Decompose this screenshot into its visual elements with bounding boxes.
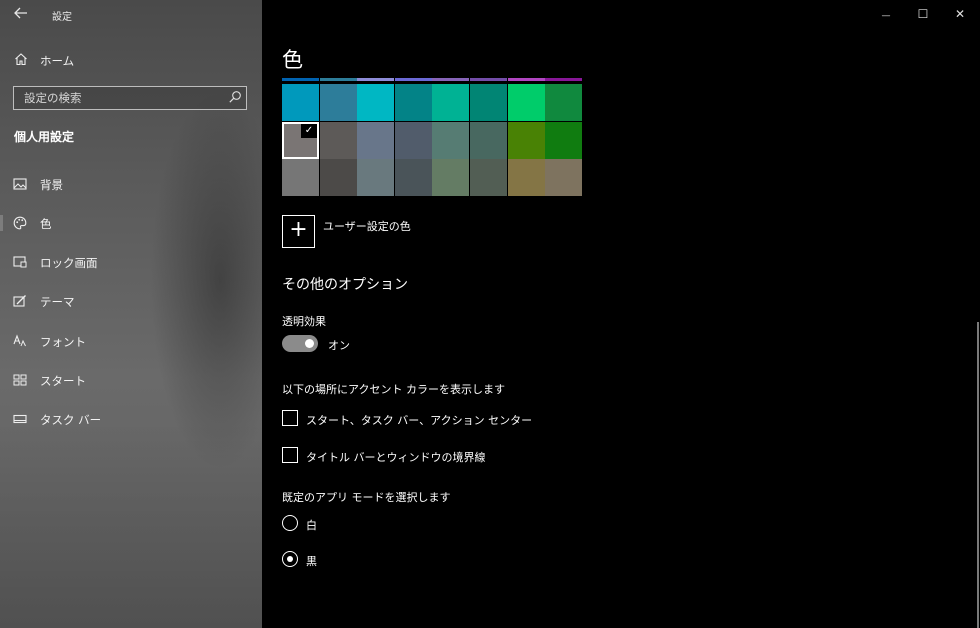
sidebar-item-label: テーマ	[40, 295, 75, 309]
color-swatch[interactable]	[545, 121, 583, 159]
color-swatch[interactable]	[470, 159, 507, 197]
swatch-top-bar	[319, 78, 357, 81]
color-swatch[interactable]	[357, 159, 395, 197]
checkbox-title-bars[interactable]	[282, 447, 298, 463]
app-mode-heading: 既定のアプリ モードを選択します	[282, 491, 451, 504]
sidebar-item-label: ロック画面	[40, 256, 98, 270]
page-title: 色	[282, 48, 303, 72]
custom-color-label[interactable]: ユーザー設定の色	[323, 218, 411, 234]
swatch-top-bar	[545, 78, 583, 81]
sidebar-item-lock-screen[interactable]: ロック画面	[0, 249, 262, 275]
home-icon	[15, 53, 27, 66]
plus-icon: +	[289, 217, 308, 242]
sidebar-item-label: フォント	[40, 335, 86, 349]
radio-dark-label[interactable]: 黒	[306, 553, 317, 569]
selection-marker	[0, 215, 3, 231]
swatch-top-bar	[357, 78, 395, 81]
color-swatch[interactable]: ✓	[282, 121, 319, 159]
swatch-top-bar	[432, 78, 470, 81]
color-swatch[interactable]	[357, 121, 395, 159]
radio-dark[interactable]	[282, 551, 298, 567]
accent-heading: 以下の場所にアクセント カラーを表示します	[282, 383, 505, 396]
color-swatch[interactable]	[282, 159, 319, 197]
search-box[interactable]	[13, 86, 247, 110]
sidebar-item-label: 色	[40, 217, 52, 231]
section-title: 個人用設定	[14, 130, 75, 144]
color-swatch[interactable]	[432, 121, 470, 159]
swatch-top-bar	[282, 78, 319, 81]
custom-color-button[interactable]: +	[282, 215, 315, 248]
color-swatch[interactable]	[394, 159, 432, 197]
swatch-top-bar	[470, 78, 507, 81]
sidebar-item-fonts[interactable]: フォント	[0, 328, 262, 354]
nav-home[interactable]: ホーム	[0, 48, 262, 72]
maximize-button[interactable]: ☐	[913, 5, 933, 23]
close-button[interactable]: ✕	[950, 5, 970, 23]
color-swatch[interactable]	[470, 84, 507, 121]
color-swatch[interactable]	[507, 159, 545, 197]
title-bar-left: 設定	[0, 0, 262, 30]
app-title: 設定	[52, 12, 72, 23]
color-swatch[interactable]	[319, 84, 357, 121]
color-swatch[interactable]	[357, 84, 395, 121]
other-options-heading: その他のオプション	[282, 277, 408, 293]
color-swatch[interactable]	[507, 121, 545, 159]
radio-light[interactable]	[282, 515, 298, 531]
color-swatch[interactable]	[507, 84, 545, 121]
swatch-top-bar	[394, 78, 432, 81]
toggle-knob	[305, 339, 314, 348]
sidebar-item-label: タスク バー	[40, 413, 102, 427]
checkmark-icon: ✓	[301, 123, 317, 138]
font-icon	[13, 334, 26, 347]
search-input[interactable]	[14, 87, 224, 108]
color-swatch[interactable]	[432, 159, 470, 197]
checkbox-start-taskbar-label[interactable]: スタート、タスク バー、アクション センター	[306, 412, 532, 428]
sidebar: 設定 ホーム 個人用設定 背景 色 ロック画面 テーマ フォント スタート タス…	[0, 0, 262, 628]
taskbar-icon	[13, 414, 27, 424]
swatch-top-bar	[507, 78, 545, 81]
lock-screen-icon	[13, 256, 27, 268]
color-swatch[interactable]	[545, 84, 583, 121]
maximize-icon: ☐	[917, 7, 929, 21]
radio-light-label[interactable]: 白	[306, 517, 317, 533]
palette-icon	[13, 216, 27, 230]
color-swatch[interactable]	[319, 121, 357, 159]
sidebar-item-background[interactable]: 背景	[0, 171, 262, 197]
nav-home-label: ホーム	[40, 54, 75, 68]
search-icon[interactable]	[228, 90, 242, 104]
sidebar-item-themes[interactable]: テーマ	[0, 288, 262, 314]
picture-icon	[13, 178, 27, 190]
sidebar-item-label: スタート	[40, 374, 86, 388]
sidebar-item-taskbar[interactable]: タスク バー	[0, 406, 262, 432]
color-swatch[interactable]	[394, 121, 432, 159]
transparency-state: オン	[328, 339, 350, 352]
checkbox-title-bars-label[interactable]: タイトル バーとウィンドウの境界線	[306, 449, 486, 465]
color-swatch[interactable]	[394, 84, 432, 121]
start-grid-icon	[13, 374, 27, 386]
color-swatch[interactable]	[470, 121, 507, 159]
minimize-icon: —	[881, 11, 891, 21]
close-icon: ✕	[954, 7, 966, 21]
theme-brush-icon	[13, 295, 26, 307]
sidebar-item-start[interactable]: スタート	[0, 367, 262, 393]
color-swatch[interactable]	[545, 159, 583, 197]
transparency-label: 透明効果	[282, 315, 326, 328]
minimize-button[interactable]: —	[876, 5, 896, 23]
main-content: — ☐ ✕ 色 ✓ + ユーザー設定の色 その他のオプション 透明効果 オン 以…	[262, 0, 980, 628]
scrollbar[interactable]	[977, 322, 979, 628]
color-swatch[interactable]	[319, 159, 357, 197]
sidebar-item-colors[interactable]: 色	[0, 210, 262, 236]
checkbox-start-taskbar[interactable]	[282, 410, 298, 426]
back-arrow-icon	[14, 7, 27, 19]
color-swatch[interactable]	[432, 84, 470, 121]
sidebar-item-label: 背景	[40, 178, 63, 192]
back-button[interactable]	[12, 6, 30, 24]
transparency-toggle[interactable]	[282, 335, 318, 352]
color-swatch[interactable]	[282, 84, 319, 121]
